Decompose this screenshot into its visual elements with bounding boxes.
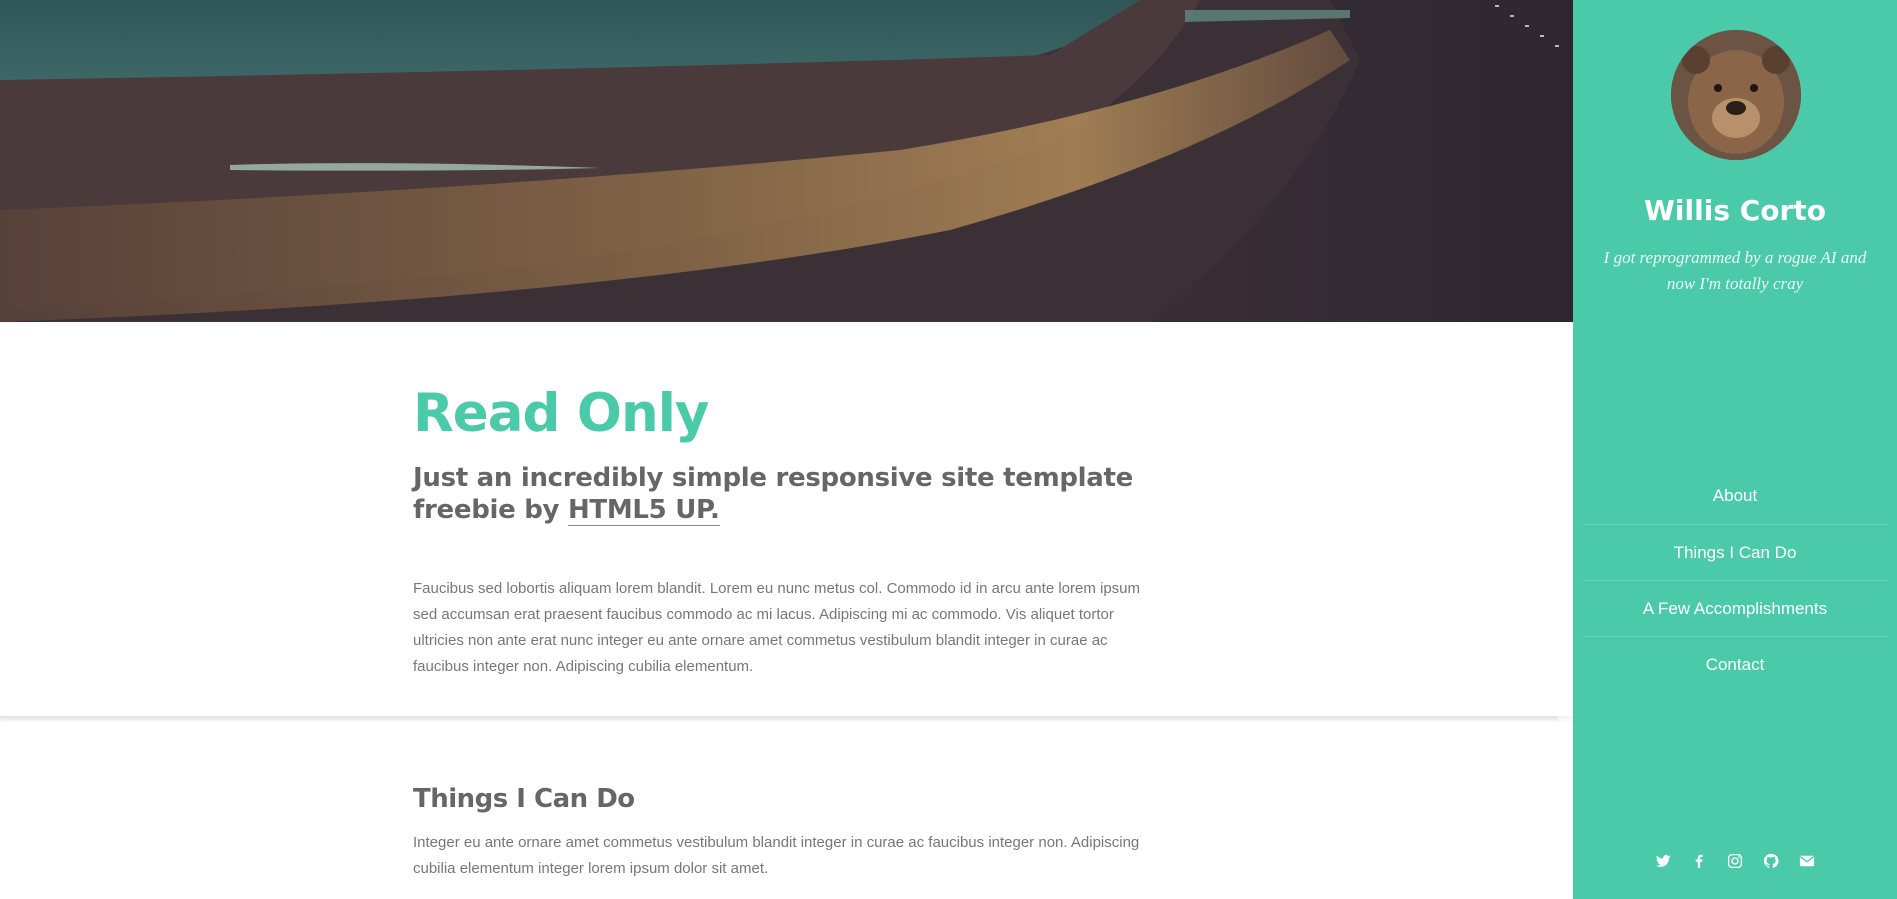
page-title: Read Only xyxy=(413,383,709,444)
nav-item-accomplishments[interactable]: A Few Accomplishments xyxy=(1583,580,1887,636)
instagram-icon[interactable] xyxy=(1726,852,1744,870)
intro-subtitle: Just an incredibly simple responsive sit… xyxy=(413,462,1153,526)
sidebar: Willis Corto I got reprogrammed by a rog… xyxy=(1573,0,1897,899)
intro-subtitle-text: Just an incredibly simple responsive sit… xyxy=(413,463,1133,525)
sidebar-nav: About Things I Can Do A Few Accomplishme… xyxy=(1583,468,1887,692)
profile-name: Willis Corto xyxy=(1644,194,1826,227)
things-section: Things I Can Do Integer eu ante ornare a… xyxy=(0,722,1573,899)
landscape-photo xyxy=(0,0,1573,322)
intro-paragraph: Faucibus sed lobortis aliquam lorem blan… xyxy=(413,580,1141,675)
intro-section: Read Only Just an incredibly simple resp… xyxy=(0,322,1573,716)
email-icon[interactable] xyxy=(1798,852,1816,870)
main-content: Read Only Just an incredibly simple resp… xyxy=(0,0,1573,899)
avatar xyxy=(1671,30,1801,160)
banner-image xyxy=(0,0,1573,322)
things-heading: Things I Can Do xyxy=(413,784,635,814)
things-paragraph: Integer eu ante ornare amet commetus ves… xyxy=(413,834,1140,877)
nav-item-contact[interactable]: Contact xyxy=(1583,636,1887,692)
facebook-icon[interactable] xyxy=(1690,852,1708,870)
github-icon[interactable] xyxy=(1762,852,1780,870)
nav-item-things-i-can-do[interactable]: Things I Can Do xyxy=(1583,524,1887,580)
bear-photo xyxy=(1671,30,1801,160)
twitter-icon[interactable] xyxy=(1654,852,1672,870)
nav-item-about[interactable]: About xyxy=(1583,468,1887,524)
html5up-link[interactable]: HTML5 UP. xyxy=(567,495,720,526)
social-links xyxy=(1573,852,1897,876)
profile-tagline: I got reprogrammed by a rogue AI and now… xyxy=(1603,248,1867,293)
